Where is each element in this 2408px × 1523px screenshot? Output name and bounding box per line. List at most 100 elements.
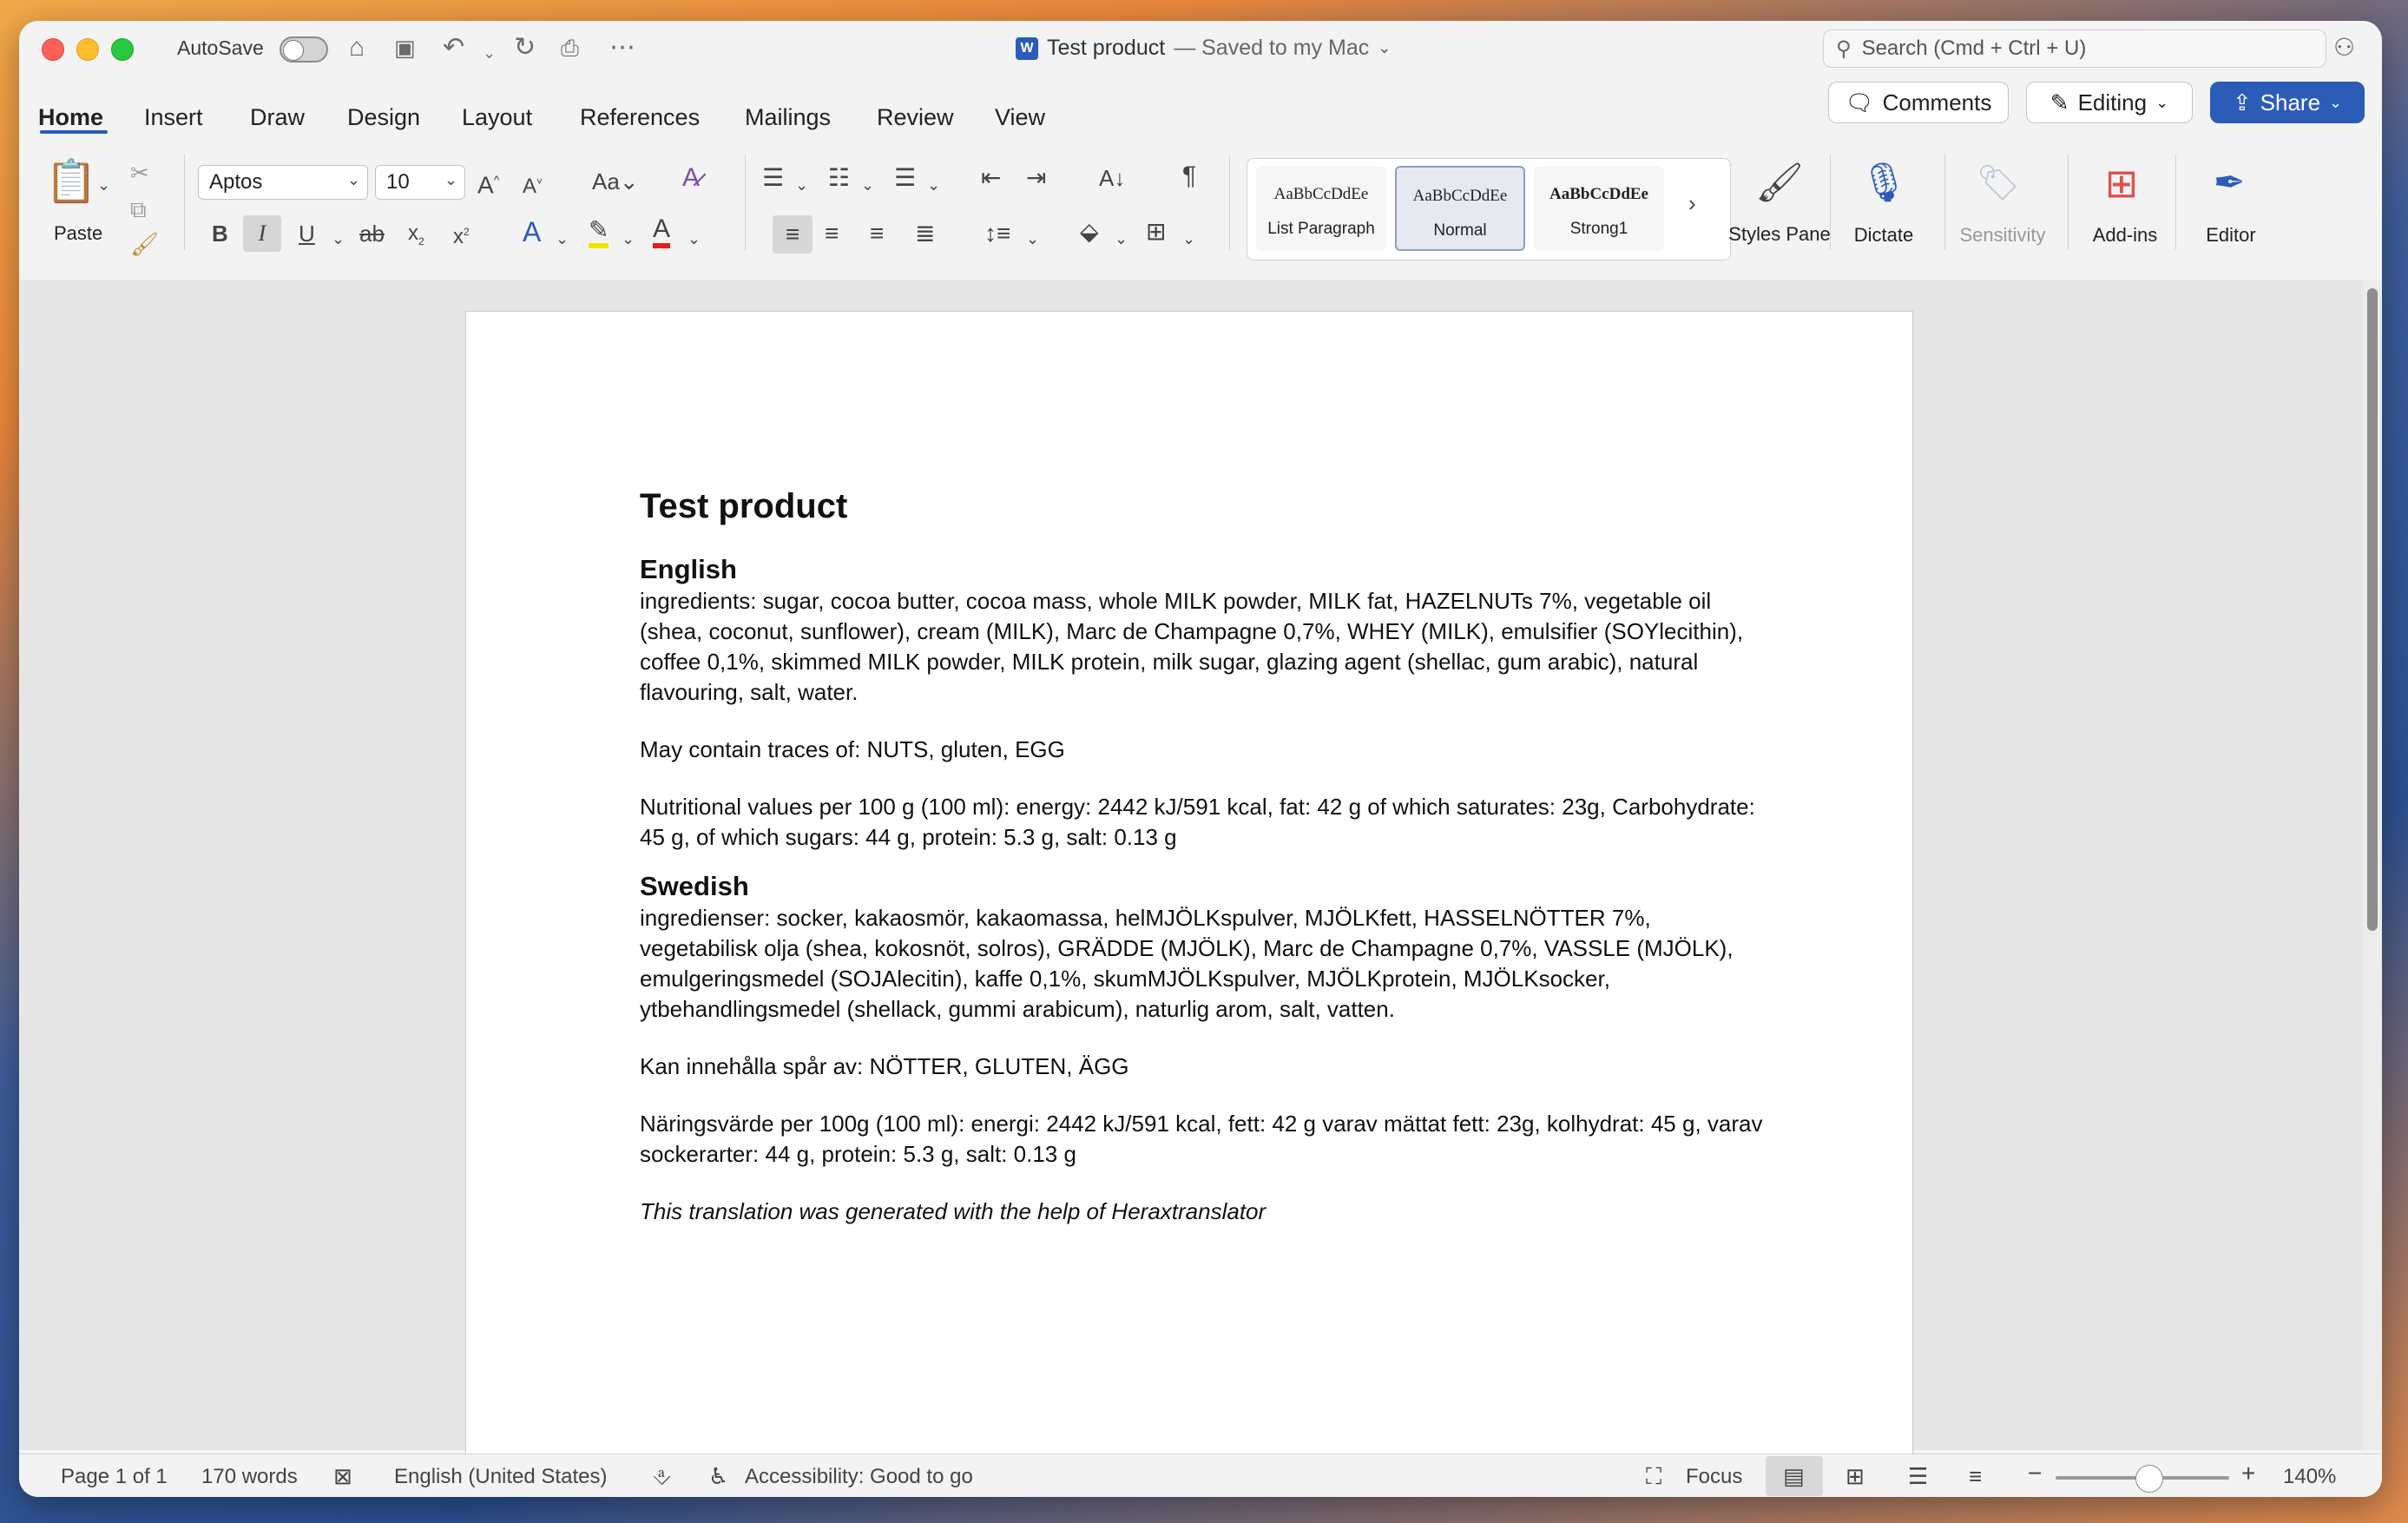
align-left-icon[interactable]: ≡ xyxy=(773,215,813,254)
more-icon[interactable]: ⋯ xyxy=(609,33,635,63)
draft-icon[interactable]: ≡ xyxy=(1969,1463,1982,1490)
web-layout-icon[interactable]: ⊞ xyxy=(1845,1463,1865,1490)
shrink-font-icon[interactable]: A˅ xyxy=(523,167,543,201)
microphone-icon[interactable]: 🎙 xyxy=(1858,160,1910,207)
comments-button[interactable]: 🗨 Comments xyxy=(1828,82,2009,123)
numbering-dropdown-icon[interactable]: ⌄ xyxy=(861,170,874,200)
vertical-scrollbar[interactable] xyxy=(2363,280,2382,1450)
style-normal[interactable]: AaBbCcDdEe Normal xyxy=(1395,166,1525,251)
pilcrow-icon[interactable]: ¶ xyxy=(1182,162,1196,191)
page-count[interactable]: Page 1 of 1 xyxy=(61,1465,168,1489)
tab-mailings[interactable]: Mailings xyxy=(745,104,831,131)
increase-indent-icon[interactable]: ⇥ xyxy=(1026,163,1046,193)
language-label[interactable]: English (United States) xyxy=(394,1465,607,1489)
minimize-window-button[interactable] xyxy=(76,38,99,61)
english-traces[interactable]: May contain traces of: NUTS, gluten, EGG xyxy=(640,735,1768,765)
highlight-dropdown-icon[interactable]: ⌄ xyxy=(622,224,635,254)
english-ingredients[interactable]: ingredients: sugar, cocoa butter, cocoa … xyxy=(640,586,1768,708)
focus-button[interactable]: Focus xyxy=(1686,1465,1742,1489)
print-icon[interactable]: ⎙ xyxy=(561,33,579,63)
bullets-icon[interactable]: ☰ xyxy=(762,163,784,193)
translation-note[interactable]: This translation was generated with the … xyxy=(640,1197,1768,1227)
superscript-icon[interactable]: x2 xyxy=(453,217,470,252)
clear-formatting-icon[interactable]: A̷ xyxy=(682,163,700,193)
zoom-in-icon[interactable]: + xyxy=(2241,1460,2255,1487)
tab-references[interactable]: References xyxy=(580,104,700,131)
print-layout-icon[interactable]: ▤ xyxy=(1783,1463,1805,1490)
numbering-icon[interactable]: ☷ xyxy=(828,163,850,193)
addins-icon[interactable]: ⊞ xyxy=(2095,160,2148,207)
redo-icon[interactable]: ↻ xyxy=(514,33,536,63)
proofing-icon[interactable]: ⊠ xyxy=(333,1463,352,1490)
sort-icon[interactable]: A↓ xyxy=(1099,163,1125,193)
swedish-ingredients[interactable]: ingredienser: socker, kakaosmör, kakaoma… xyxy=(640,903,1768,1025)
copy-icon[interactable]: ⧉ xyxy=(130,194,147,224)
doc-heading-english[interactable]: English xyxy=(640,553,1768,586)
swedish-traces[interactable]: Kan innehålla spår av: NÖTTER, GLUTEN, Ä… xyxy=(640,1052,1768,1082)
style-list-paragraph[interactable]: AaBbCcDdEe List Paragraph xyxy=(1256,166,1386,251)
word-count[interactable]: 170 words xyxy=(201,1465,298,1489)
bold-icon[interactable]: B xyxy=(212,219,228,248)
tab-layout[interactable]: Layout xyxy=(462,104,532,131)
undo-icon[interactable]: ↶ xyxy=(443,33,464,63)
line-spacing-icon[interactable]: ↕≡ xyxy=(984,219,1010,248)
paste-icon[interactable]: 📋 xyxy=(45,158,97,207)
editing-button[interactable]: ✎ Editing ⌄ xyxy=(2026,82,2193,123)
font-name-select[interactable]: Aptos ⌄ xyxy=(198,165,368,200)
tab-view[interactable]: View xyxy=(995,104,1045,131)
editor-icon[interactable]: ✒ xyxy=(2203,160,2255,207)
zoom-level[interactable]: 140% xyxy=(2283,1465,2336,1489)
accessibility-status[interactable]: Accessibility: Good to go xyxy=(745,1465,973,1489)
font-color-dropdown-icon[interactable]: ⌄ xyxy=(688,224,701,254)
autosave-toggle[interactable] xyxy=(280,36,328,63)
decrease-indent-icon[interactable]: ⇤ xyxy=(981,163,1001,193)
underline-icon[interactable]: U xyxy=(299,219,315,248)
justify-icon[interactable]: ≣ xyxy=(915,219,935,248)
document-page[interactable]: Test product English ingredients: sugar,… xyxy=(465,311,1913,1466)
bullets-dropdown-icon[interactable]: ⌄ xyxy=(795,170,808,200)
shading-icon[interactable]: ⬙ xyxy=(1080,217,1099,247)
styles-pane-label[interactable]: Styles Pane xyxy=(1727,224,1832,245)
zoom-out-icon[interactable]: − xyxy=(2028,1460,2042,1487)
multilevel-dropdown-icon[interactable]: ⌄ xyxy=(927,170,940,200)
outline-icon[interactable]: ☰ xyxy=(1908,1463,1928,1490)
close-window-button[interactable] xyxy=(42,38,64,61)
doc-heading-title[interactable]: Test product xyxy=(640,485,1768,527)
zoom-slider-knob[interactable] xyxy=(2135,1465,2163,1493)
tab-insert[interactable]: Insert xyxy=(144,104,203,131)
multilevel-list-icon[interactable]: ☰ xyxy=(894,163,916,193)
document-body[interactable]: Test product English ingredients: sugar,… xyxy=(640,485,1768,1254)
tab-draw[interactable]: Draw xyxy=(250,104,305,131)
paste-dropdown-icon[interactable]: ⌄ xyxy=(97,170,110,200)
shading-dropdown-icon[interactable]: ⌄ xyxy=(1115,224,1128,254)
undo-dropdown-icon[interactable]: ⌄ xyxy=(483,38,496,68)
borders-dropdown-icon[interactable]: ⌄ xyxy=(1182,224,1195,254)
share-button[interactable]: ⇪ Share ⌄ xyxy=(2210,82,2365,123)
italic-icon[interactable]: I xyxy=(243,215,281,252)
highlight-icon[interactable]: ✎ xyxy=(589,217,609,248)
align-right-icon[interactable]: ≡ xyxy=(870,219,884,248)
share-people-icon[interactable]: ⚇ xyxy=(2333,33,2355,63)
addins-label[interactable]: Add-ins xyxy=(2073,224,2177,247)
line-spacing-dropdown-icon[interactable]: ⌄ xyxy=(1026,224,1039,254)
format-painter-icon[interactable]: 🖌 xyxy=(130,229,159,259)
swedish-nutrition[interactable]: Näringsvärde per 100g (100 ml): energi: … xyxy=(640,1109,1768,1170)
text-effects-icon[interactable]: A xyxy=(523,217,541,247)
document-canvas[interactable]: Test product English ingredients: sugar,… xyxy=(19,280,2363,1466)
font-size-select[interactable]: 10 ⌄ xyxy=(375,165,465,200)
editor-label[interactable]: Editor xyxy=(2179,224,2283,247)
tab-design[interactable]: Design xyxy=(347,104,420,131)
styles-pane-icon[interactable]: 🖌 xyxy=(1753,160,1806,207)
english-nutrition[interactable]: Nutritional values per 100 g (100 ml): e… xyxy=(640,792,1768,853)
borders-icon[interactable]: ⊞ xyxy=(1146,217,1166,247)
zoom-window-button[interactable] xyxy=(111,38,134,61)
font-color-icon[interactable]: A xyxy=(653,215,671,248)
cut-icon[interactable]: ✂ xyxy=(130,158,149,188)
style-strong1[interactable]: AaBbCcDdEe Strong1 xyxy=(1534,166,1664,251)
strikethrough-icon[interactable]: ab xyxy=(359,219,385,248)
subscript-icon[interactable]: x2 xyxy=(408,219,424,256)
grow-font-icon[interactable]: A^ xyxy=(477,165,499,200)
align-center-icon[interactable]: ≡ xyxy=(825,219,839,248)
tab-review[interactable]: Review xyxy=(877,104,954,131)
underline-dropdown-icon[interactable]: ⌄ xyxy=(332,224,345,254)
